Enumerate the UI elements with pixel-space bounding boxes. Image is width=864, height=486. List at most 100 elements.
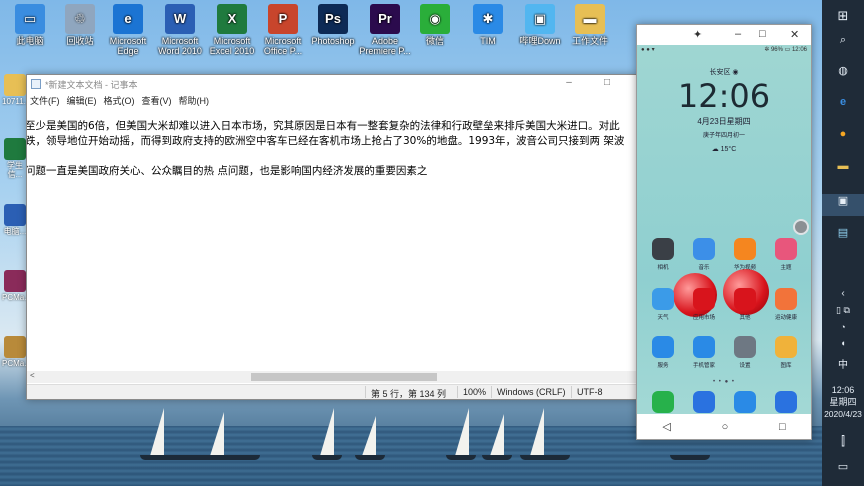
menu-format[interactable]: 格式(O) [104,94,135,107]
phone-app-label: 主题 [780,265,792,271]
phone-mirror-window[interactable]: ✦ – □ ✕ ● ● ▾ ✲ 96% ▭ 12:06 长安区 ◉ 12:06 … [636,24,812,440]
phone-app[interactable]: 天气 [645,288,681,321]
notepad-window[interactable]: *新建文本文档 - 记事本 – □ 文件(F) 编辑(E) 格式(O) 查看(V… [26,74,638,400]
phone-app-icon [652,391,674,413]
sailboat-sail [210,412,224,456]
file-explorer-icon[interactable]: ▬ [822,160,864,172]
recents-button-icon[interactable]: □ [779,421,786,433]
phone-app[interactable]: 设置 [727,336,763,369]
desktop-shortcut[interactable]: PCMa... [2,336,31,368]
signal-icons: ● ● ▾ [641,47,655,53]
task-view-icon[interactable]: ◍ [822,64,864,77]
phone-manager-taskbar-icon[interactable]: ▣ [822,194,864,216]
clock-date[interactable]: 2020/4/23 [822,408,864,420]
app-shortcut-icon [4,204,26,226]
chevron-up-icon[interactable]: ‹ [822,288,864,299]
tim-icon: ✱ [473,4,503,34]
edge-icon: e [113,4,143,34]
edge-taskbar-icon[interactable]: e [822,96,864,108]
location-label: 长安区 ◉ [709,69,739,76]
phone-app-label: 音乐 [698,265,710,271]
phone-app[interactable]: 应用市场 [686,288,722,321]
status-bar: 第 5 行，第 134 列 100% Windows (CRLF) UTF-8 [27,384,637,399]
back-button-icon[interactable]: ◁ [662,420,670,433]
desktop-shortcut-label: Microsoft Word 2010 [158,36,202,56]
text-editor-area[interactable]: 至少是美国的6倍，但美国大米却难以进入日本市场，究其原因是日本有一整套复杂的法律… [27,119,637,371]
desktop-shortcut[interactable]: ▬ 工作文件 [560,4,620,46]
menu-view[interactable]: 查看(V) [142,94,172,107]
menu-help[interactable]: 帮助(H) [179,94,210,107]
desktop-shortcut[interactable]: PCMa... [2,270,31,302]
phone-app[interactable]: 服务 [645,336,681,369]
desktop-shortcut[interactable]: Ps Photoshop [303,4,363,46]
scroll-left-icon[interactable]: < [30,371,35,380]
page-indicator: • • ● • [713,379,735,385]
status-divider [365,386,366,398]
this-pc-icon: ▭ [15,4,45,34]
notepad-icon [31,79,41,89]
horizontal-scrollbar[interactable]: < [27,371,637,383]
close-button[interactable]: ✕ [790,28,799,41]
search-icon[interactable]: ⌕ [822,34,864,47]
phone-navigation-bar: ◁ ○ □ [637,414,811,439]
clock-weekday[interactable]: 星期四 [822,396,864,408]
maximize-button[interactable]: □ [597,77,617,88]
clock-time[interactable]: 12:06 [822,384,864,396]
network-icon[interactable]: ◔ [822,322,864,332]
phone-app[interactable]: 音乐 [686,238,722,271]
browser-taskbar-icon[interactable]: ● [822,128,864,140]
desktop-shortcut[interactable]: 电脑... [2,204,28,236]
phone-app[interactable]: 手机管家 [686,336,722,369]
sailboat-sail [490,414,504,456]
sailboat-hull [446,455,476,460]
desktop-shortcut[interactable]: e Microsoft Edge [98,4,158,56]
notepad-title-bar[interactable]: *新建文本文档 - 记事本 – □ [27,75,637,93]
weather-widget: ☁ 15°C [711,146,737,153]
phone-app-label: 应用市场 [692,315,715,321]
zoom-level: 100% [463,387,487,397]
phone-app[interactable]: 运动健康 [768,288,804,321]
phone-date: 4月23日星期四 [697,117,751,126]
notepad-taskbar-icon[interactable]: ▤ [822,226,864,239]
desktop-shortcut-label: 电脑... [3,227,27,236]
desktop-shortcut[interactable]: 10711... [2,74,30,106]
health-app-icon [775,288,797,310]
premiere-icon: Pr [370,4,400,34]
scrollbar-thumb[interactable] [251,373,437,381]
volume-icon[interactable]: ◖ [822,338,864,348]
phone-app[interactable]: 其他 [727,288,763,321]
status-divider [491,386,492,398]
desktop-shortcut[interactable]: 学生信... [2,138,28,179]
sailboat-sail [530,408,544,456]
desktop-shortcut[interactable]: W Microsoft Word 2010 [150,4,210,56]
desktop-shortcut-label: 微信 [425,36,444,46]
sailboat-hull [520,455,570,460]
menu-file[interactable]: 文件(F) [30,94,60,107]
floating-ball-icon[interactable] [793,219,809,235]
phone-app[interactable]: 主题 [768,238,804,271]
notification-icon[interactable]: ▭ [822,460,864,473]
phone-window-title-bar[interactable]: ✦ – □ ✕ [637,25,811,45]
desktop-shortcut[interactable]: ✱ TIM [458,4,518,46]
sailboat-sail [455,408,469,456]
desktop-shortcut[interactable]: ◉ 微信 [405,4,465,46]
menu-edit[interactable]: 编辑(E) [67,94,97,107]
windows-start-icon[interactable]: ⊞ [822,8,864,24]
home-button-icon[interactable]: ○ [722,421,729,433]
work-folder-icon: ▬ [575,4,605,34]
maximize-button[interactable]: □ [759,28,766,40]
phone-screen[interactable]: ● ● ▾ ✲ 96% ▭ 12:06 长安区 ◉ 12:06 4月23日星期四… [637,45,811,434]
phone-app[interactable]: 图库 [768,336,804,369]
music-app-icon [693,238,715,260]
desktop-shortcut-label: PCMa... [2,359,31,368]
pin-icon[interactable]: ✦ [693,28,702,41]
desktop-shortcut-label: Microsoft Edge [109,36,147,56]
minimize-button[interactable]: – [735,28,741,40]
tray-icons[interactable]: ▯ ⧉ [822,305,864,316]
phone-app-label: 天气 [657,315,669,321]
minimize-button[interactable]: – [559,77,579,88]
phone-app[interactable]: 相机 [645,238,681,271]
phone-app[interactable]: 华为视频 [727,238,763,271]
status-divider [457,386,458,398]
ime-indicator[interactable]: 中 [822,356,864,371]
